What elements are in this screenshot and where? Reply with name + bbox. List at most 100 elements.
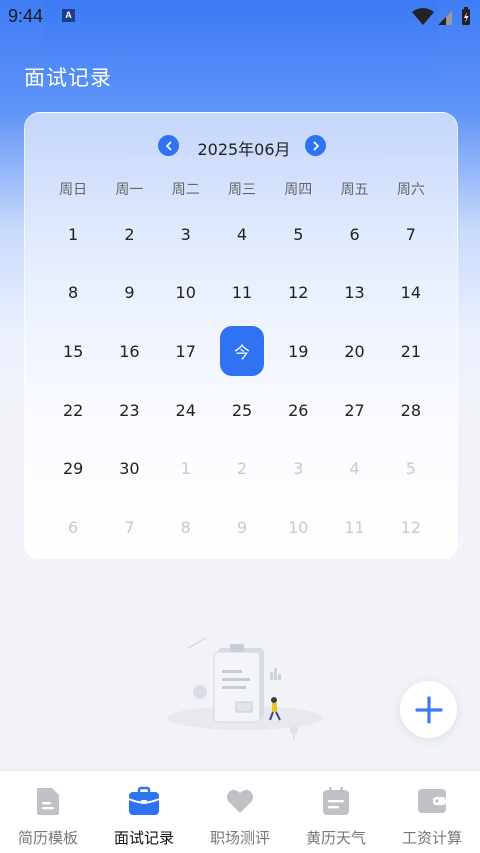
page-title: 面试记录 [24,66,112,90]
calendar-day-label: 22 [62,400,84,420]
weekday-label: 周日 [59,182,88,198]
calendar-day[interactable]: 6 [326,205,382,264]
calendar-day[interactable]: 14 [383,264,439,323]
calendar-day[interactable]: 24 [158,381,214,440]
days-grid: 1 2 3 4 5 6 7 8 9 10 11 12 13 14 15 16 17 今 19 20 21 22 23 24 25… [45,205,439,557]
next-month-button[interactable] [305,135,326,156]
status-time: 9:44 [8,6,44,26]
wifi-icon [412,8,434,25]
calendar-day-label: 6 [349,224,360,244]
calendar-day-label: 14 [400,283,422,303]
month-label: 2025年06月 [197,140,291,159]
calendar-day[interactable]: 12 [383,498,439,557]
nav-label: 工资计算 [401,829,462,847]
calendar-day[interactable]: 19 [270,322,326,381]
calendar-day[interactable]: 5 [383,439,439,498]
calendar-day[interactable]: 7 [101,498,157,557]
calendar-day-label: 2 [236,459,248,479]
calendar-day[interactable]: 20 [326,322,382,381]
calendar-day-label: 15 [62,341,84,361]
calendar-day-label: 28 [400,400,422,420]
calendar-day[interactable]: 10 [270,498,326,557]
calendar-day-label: 7 [405,224,416,244]
calendar-day-label: 8 [68,283,79,303]
calendar-day-label: 29 [62,459,84,479]
nav-label: 黄历天气 [305,829,366,847]
calendar-day[interactable]: 28 [383,381,439,440]
nav-label: 面试记录 [113,829,174,847]
add-record-button[interactable] [400,681,457,738]
nav-item-resume-templates[interactable]: 简历模板 [0,771,96,853]
status-bar: 9:44 A [0,0,480,32]
calendar-day[interactable]: 8 [45,264,101,323]
calendar-day-label: 6 [68,517,79,537]
weekday-label: 周一 [115,182,144,198]
nav-item-salary-calculator[interactable]: 工资计算 [384,771,480,853]
calendar-day[interactable]: 16 [101,322,157,381]
calendar-day[interactable]: 29 [45,439,101,498]
calendar-day[interactable]: 17 [158,322,214,381]
calendar-day-label: 24 [175,400,196,420]
chevron-left-icon [165,141,171,150]
calendar-day-label: 25 [231,400,253,420]
calendar-day[interactable]: 26 [270,381,326,440]
calendar-day[interactable]: 1 [45,205,101,264]
calendar-day[interactable]: 10 [158,264,214,323]
calendar-day-label: 今 [219,326,264,377]
battery-icon [462,7,470,25]
prev-month-button[interactable] [158,135,179,156]
calendar-day[interactable]: 15 [45,322,101,381]
calendar-day-today[interactable]: 今 [214,322,270,381]
nav-item-interview-records[interactable]: 面试记录 [96,771,192,853]
calendar-day[interactable]: 4 [214,205,270,264]
calendar-day[interactable]: 22 [45,381,101,440]
calendar-day-label: 4 [349,459,360,479]
calendar-day-label: 4 [236,224,248,244]
calendar-day[interactable]: 3 [158,205,214,264]
calendar-day[interactable]: 30 [101,439,157,498]
signal-icon [438,11,452,25]
calendar-day-label: 9 [124,283,135,303]
calendar-day[interactable]: 6 [45,498,101,557]
calendar-day[interactable]: 13 [326,264,382,323]
calendar-day[interactable]: 5 [270,205,326,264]
calendar-day[interactable]: 23 [101,381,157,440]
calendar-card: 2025年06月 周日 周一 周二 周三 周四 周五 周六 1234567891… [24,112,458,560]
weekday-label: 周四 [284,182,313,198]
calendar-day-label: 17 [175,341,196,361]
nav-label: 简历模板 [17,829,78,847]
calendar-day[interactable]: 8 [158,498,214,557]
calendar-day[interactable]: 3 [270,439,326,498]
calendar-day-label: 2 [124,224,135,244]
calendar-day[interactable]: 11 [214,264,270,323]
calendar-day[interactable]: 25 [214,381,270,440]
wallet-icon [416,785,448,817]
calendar-day-label: 16 [119,341,140,361]
calendar-day-label: 11 [231,283,253,303]
calendar-day-label: 3 [293,459,304,479]
calendar-day[interactable]: 1 [158,439,214,498]
calendar-day[interactable]: 2 [101,205,157,264]
document-icon [32,785,64,817]
calendar-day[interactable]: 21 [383,322,439,381]
app-notification-icon: A [62,9,75,22]
calendar-day[interactable]: 11 [326,498,382,557]
calendar-day-label: 26 [288,400,309,420]
calendar-day[interactable]: 9 [214,498,270,557]
weekday-label: 周三 [227,182,256,198]
calendar-day-label: 12 [400,517,422,537]
calendar-day-label: 10 [175,283,196,303]
calendar-day[interactable]: 2 [214,439,270,498]
weekday-label: 周六 [396,182,425,198]
calendar-day-label: 27 [344,400,365,420]
calendar-day[interactable]: 4 [326,439,382,498]
nav-item-almanac-weather[interactable]: 黄历天气 [288,771,384,853]
nav-item-career-assessment[interactable]: 职场测评 [192,771,288,853]
briefcase-icon [128,785,160,817]
calendar-day[interactable]: 7 [383,205,439,264]
calendar-day[interactable]: 27 [326,381,382,440]
plus-icon [414,695,443,724]
calendar-day[interactable]: 9 [101,264,157,323]
calendar-day[interactable]: 12 [270,264,326,323]
calendar-day-label: 5 [405,459,416,479]
